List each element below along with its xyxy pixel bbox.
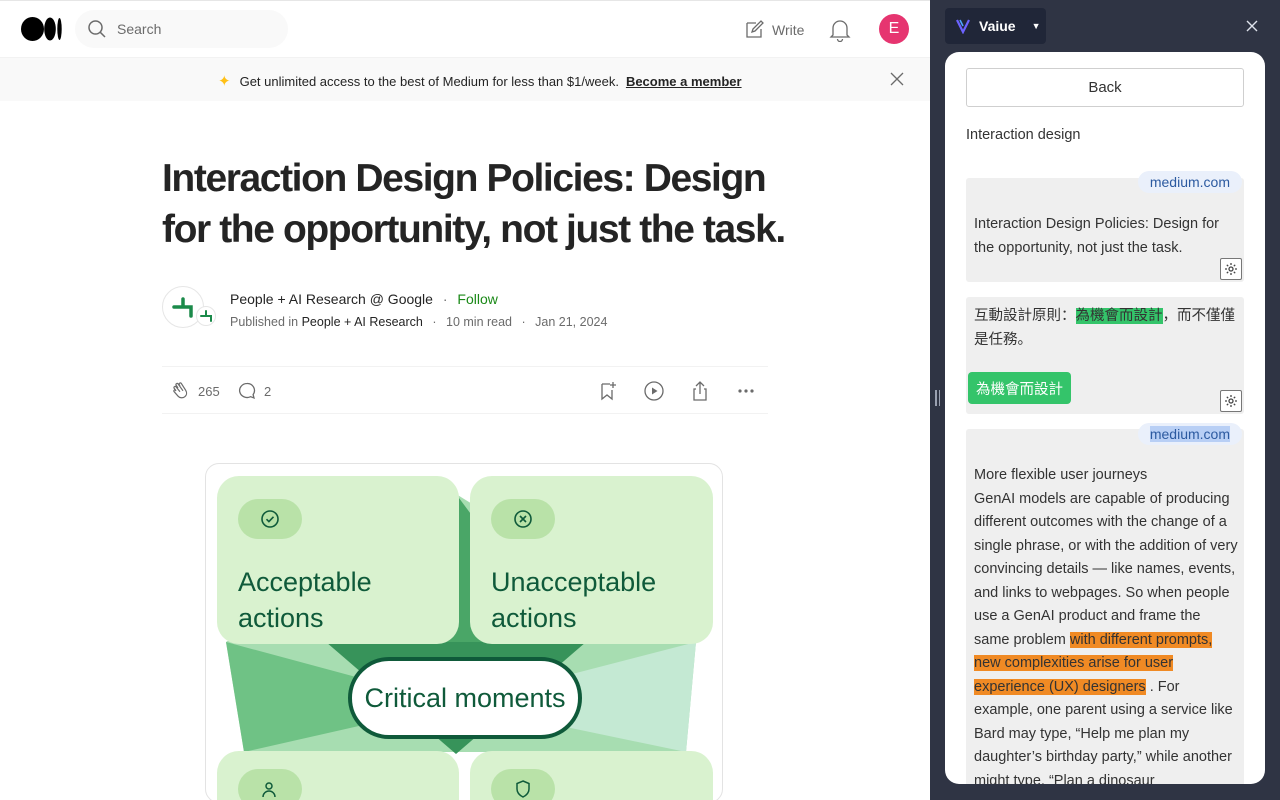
share-button[interactable] bbox=[689, 380, 711, 402]
critical-moments-label: Critical moments bbox=[348, 657, 582, 739]
source-tag[interactable]: medium.com bbox=[1137, 171, 1242, 193]
separator-dot: · bbox=[442, 291, 448, 307]
become-member-link[interactable]: Become a member bbox=[626, 74, 742, 89]
clap-icon bbox=[173, 382, 188, 399]
translation-card: 互動設計原則：為機會而設計，而不僅僅是任務。 為機會而設計 bbox=[966, 297, 1244, 414]
more-dots-icon bbox=[738, 389, 754, 393]
membership-banner: ✦ Get unlimited access to the best of Me… bbox=[0, 58, 930, 101]
settings-button[interactable] bbox=[1220, 258, 1242, 280]
panel-title: Interaction design bbox=[966, 127, 1081, 143]
medium-logo-icon[interactable] bbox=[21, 16, 63, 42]
dropdown-caret-icon: ▼ bbox=[1031, 21, 1041, 31]
author-name[interactable]: People + AI Research @ Google bbox=[230, 291, 433, 307]
value-logo-icon bbox=[956, 19, 970, 34]
comment-icon bbox=[238, 382, 256, 400]
more-options-button[interactable] bbox=[735, 380, 757, 402]
published-in-label: Published in bbox=[230, 315, 299, 329]
clap-button[interactable]: 265 bbox=[170, 380, 220, 402]
translation-highlight: 為機會而設計 bbox=[1075, 308, 1163, 324]
brand-name: Vaiue bbox=[979, 18, 1016, 34]
x-circle-icon bbox=[514, 510, 532, 528]
separator-dot: · bbox=[432, 315, 437, 329]
translation-text: 互動設計原則：為機會而設計，而不僅僅是任務。 bbox=[974, 305, 1236, 352]
separator-dot: · bbox=[521, 315, 526, 329]
banner-text: Get unlimited access to the best of Medi… bbox=[239, 73, 619, 89]
search-input[interactable]: Search bbox=[117, 21, 161, 37]
snippet-card-title: medium.com Interaction Design Policies: … bbox=[966, 171, 1244, 282]
unacceptable-actions-card: Unacceptable actions bbox=[470, 476, 713, 644]
save-button[interactable] bbox=[597, 380, 619, 402]
gear-icon bbox=[1225, 263, 1237, 275]
share-icon bbox=[693, 381, 707, 401]
source-tag-text: medium.com bbox=[1149, 426, 1230, 442]
follow-button[interactable]: Follow bbox=[457, 291, 497, 307]
resize-handle[interactable] bbox=[935, 390, 941, 410]
medium-page: Search Write E ✦ Get unlimited access to… bbox=[0, 0, 930, 800]
back-button[interactable]: Back bbox=[966, 68, 1244, 107]
snippet-body-text: More flexible user journeys GenAI models… bbox=[974, 464, 1238, 784]
play-icon bbox=[644, 381, 664, 401]
publication-link[interactable]: People + AI Research bbox=[302, 315, 423, 329]
shield-icon bbox=[516, 780, 530, 798]
search-icon bbox=[88, 20, 106, 38]
pair-small-logo-icon bbox=[200, 310, 212, 322]
acceptable-actions-label: Acceptable actions bbox=[238, 567, 372, 633]
source-tag[interactable]: medium.com bbox=[1137, 423, 1242, 445]
search-box[interactable]: Search bbox=[75, 10, 288, 48]
snippet-card-body: medium.com More flexible user journeys G… bbox=[966, 423, 1244, 784]
comments-button[interactable]: 2 bbox=[236, 380, 271, 402]
write-icon bbox=[746, 20, 764, 38]
bookmark-add-icon bbox=[601, 382, 616, 401]
write-label: Write bbox=[772, 22, 805, 38]
read-time: 10 min read bbox=[446, 315, 513, 329]
comment-count: 2 bbox=[264, 383, 272, 399]
extension-panel: Back Interaction design medium.com Inter… bbox=[945, 52, 1265, 784]
clap-count: 265 bbox=[198, 383, 220, 399]
user-avatar[interactable]: E bbox=[879, 14, 909, 44]
publish-date: Jan 21, 2024 bbox=[535, 315, 608, 329]
close-banner-icon[interactable] bbox=[889, 71, 905, 87]
article-figure: Acceptable actions Unacceptable actions … bbox=[205, 463, 723, 800]
person-alert-icon bbox=[262, 782, 276, 798]
bottom-right-card bbox=[470, 751, 713, 800]
top-navbar: Search Write E bbox=[0, 1, 930, 58]
article-actions-bar: 265 2 bbox=[162, 366, 768, 414]
check-circle-icon bbox=[261, 510, 279, 528]
sparkle-icon: ✦ bbox=[218, 73, 231, 90]
highlight-phrase-button[interactable]: 為機會而設計 bbox=[968, 372, 1071, 404]
notifications-bell-icon[interactable] bbox=[829, 18, 851, 42]
snippet-heading: More flexible user journeys bbox=[974, 467, 1148, 483]
bottom-left-card bbox=[217, 751, 459, 800]
extension-brand-dropdown[interactable]: Vaiue ▼ bbox=[945, 8, 1046, 44]
snippet-text: Interaction Design Policies: Design for … bbox=[974, 216, 1220, 256]
snippet-text-before: GenAI models are capable of producing di… bbox=[974, 490, 1238, 648]
settings-button[interactable] bbox=[1220, 390, 1242, 412]
close-sidebar-icon[interactable] bbox=[1243, 17, 1261, 35]
translation-text-before: 互動設計原則： bbox=[974, 308, 1076, 324]
author-avatar-small[interactable] bbox=[196, 306, 216, 326]
write-button[interactable]: Write bbox=[744, 19, 804, 41]
acceptable-actions-card: Acceptable actions bbox=[217, 476, 459, 644]
article-title: Interaction Design Policies: Design for … bbox=[162, 157, 786, 251]
unacceptable-actions-label: Unacceptable actions bbox=[491, 567, 657, 633]
author-block: People + AI Research @ Google · Follow P… bbox=[162, 286, 722, 334]
listen-button[interactable] bbox=[643, 380, 665, 402]
gear-icon bbox=[1225, 395, 1237, 407]
